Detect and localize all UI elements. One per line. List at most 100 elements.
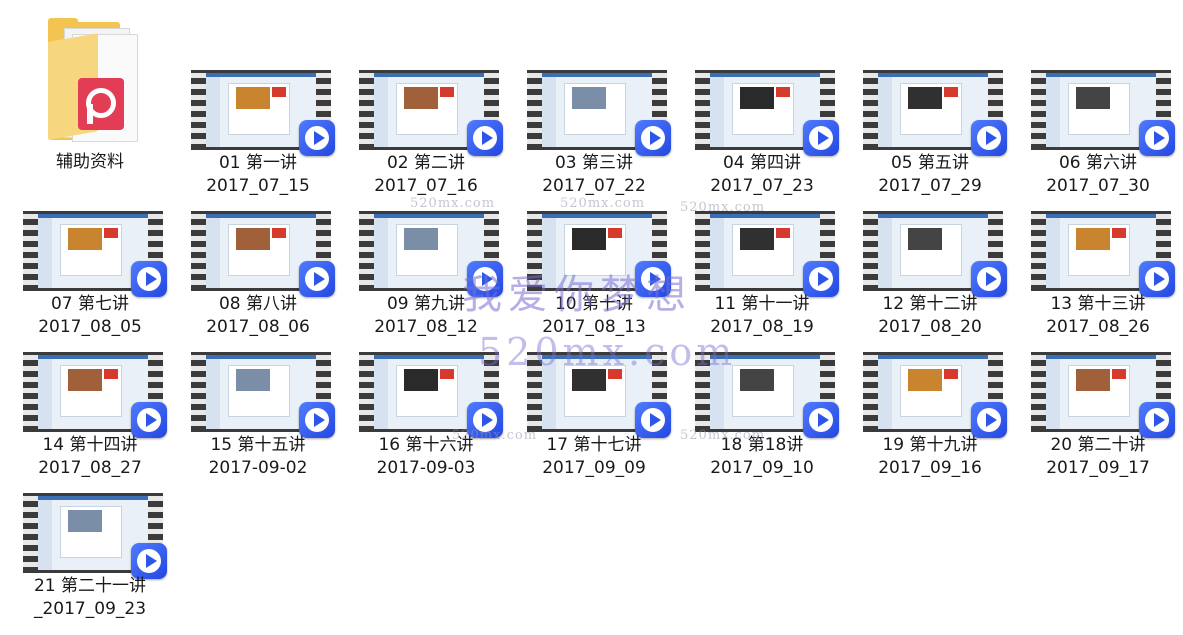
video-date: 2017_07_29 bbox=[878, 176, 982, 196]
video-date: 2017_07_16 bbox=[374, 176, 478, 196]
play-icon bbox=[1139, 402, 1175, 438]
video-file-item[interactable]: 20 第二十讲 2017_09_17 bbox=[1014, 352, 1182, 492]
play-icon bbox=[971, 402, 1007, 438]
video-title: 18 第18讲 bbox=[720, 435, 804, 455]
video-file-item[interactable]: 14 第十四讲 2017_08_27 bbox=[6, 352, 174, 492]
play-icon bbox=[1139, 261, 1175, 297]
video-file-item[interactable]: 05 第五讲 2017_07_29 bbox=[846, 70, 1014, 210]
video-file-item[interactable]: 11 第十一讲 2017_08_19 bbox=[678, 211, 846, 351]
video-label: 03 第三讲 2017_07_22 bbox=[510, 152, 678, 198]
video-thumbnail bbox=[863, 70, 1007, 156]
video-title: 12 第十二讲 bbox=[882, 294, 978, 314]
video-label: 04 第四讲 2017_07_23 bbox=[678, 152, 846, 198]
video-title: 21 第二十一讲 bbox=[33, 576, 147, 596]
video-file-item[interactable]: 09 第九讲 2017_08_12 bbox=[342, 211, 510, 351]
video-date: 2017_07_15 bbox=[206, 176, 310, 196]
video-label: 19 第十九讲 2017_09_16 bbox=[846, 434, 1014, 480]
video-thumbnail bbox=[23, 493, 167, 579]
video-label: 17 第十七讲 2017_09_09 bbox=[510, 434, 678, 480]
video-thumbnail bbox=[695, 352, 839, 438]
video-title: 03 第三讲 bbox=[554, 153, 634, 173]
video-thumbnail bbox=[191, 352, 335, 438]
video-file-item[interactable]: 12 第十二讲 2017_08_20 bbox=[846, 211, 1014, 351]
video-file-item[interactable]: 01 第一讲 2017_07_15 bbox=[174, 70, 342, 210]
video-thumbnail bbox=[695, 211, 839, 297]
video-file-item[interactable]: 07 第七讲 2017_08_05 bbox=[6, 211, 174, 351]
play-icon bbox=[803, 402, 839, 438]
folder-label: 辅助资料 bbox=[56, 152, 124, 172]
video-label: 02 第二讲 2017_07_16 bbox=[342, 152, 510, 198]
video-title: 07 第七讲 bbox=[50, 294, 130, 314]
video-date: 2017_08_27 bbox=[38, 458, 142, 478]
play-icon bbox=[635, 120, 671, 156]
play-icon bbox=[299, 120, 335, 156]
video-file-item[interactable]: 17 第十七讲 2017_09_09 bbox=[510, 352, 678, 492]
play-icon bbox=[299, 402, 335, 438]
video-date: 2017_08_13 bbox=[542, 317, 646, 337]
video-thumbnail bbox=[527, 70, 671, 156]
video-thumbnail bbox=[359, 211, 503, 297]
video-thumbnail bbox=[191, 211, 335, 297]
video-file-item[interactable]: 03 第三讲 2017_07_22 bbox=[510, 70, 678, 210]
video-date: _2017_09_23 bbox=[33, 599, 147, 619]
video-thumbnail bbox=[1031, 352, 1175, 438]
video-file-item[interactable]: 16 第十六讲 2017-09-03 bbox=[342, 352, 510, 492]
video-label: 12 第十二讲 2017_08_20 bbox=[846, 293, 1014, 339]
play-icon bbox=[131, 261, 167, 297]
video-file-item[interactable]: 15 第十五讲 2017-09-02 bbox=[174, 352, 342, 492]
video-label: 08 第八讲 2017_08_06 bbox=[174, 293, 342, 339]
video-date: 2017_09_16 bbox=[878, 458, 982, 478]
video-date: 2017-09-03 bbox=[376, 458, 476, 478]
video-file-item[interactable]: 10 第十讲 2017_08_13 bbox=[510, 211, 678, 351]
video-file-item[interactable]: 13 第十三讲 2017_08_26 bbox=[1014, 211, 1182, 351]
video-date: 2017_08_26 bbox=[1046, 317, 1150, 337]
video-title: 08 第八讲 bbox=[218, 294, 298, 314]
video-date: 2017_08_20 bbox=[878, 317, 982, 337]
pdf-folder-icon bbox=[44, 18, 138, 148]
video-label: 06 第六讲 2017_07_30 bbox=[1014, 152, 1182, 198]
video-label: 10 第十讲 2017_08_13 bbox=[510, 293, 678, 339]
video-label: 15 第十五讲 2017-09-02 bbox=[174, 434, 342, 480]
play-icon bbox=[299, 261, 335, 297]
video-date: 2017_07_23 bbox=[710, 176, 814, 196]
video-label: 14 第十四讲 2017_08_27 bbox=[6, 434, 174, 480]
video-date: 2017_08_12 bbox=[374, 317, 478, 337]
video-date: 2017_09_10 bbox=[710, 458, 814, 478]
play-icon bbox=[971, 261, 1007, 297]
video-thumbnail bbox=[527, 211, 671, 297]
video-thumbnail bbox=[863, 211, 1007, 297]
video-title: 04 第四讲 bbox=[722, 153, 802, 173]
video-title: 13 第十三讲 bbox=[1050, 294, 1146, 314]
video-date: 2017_08_05 bbox=[38, 317, 142, 337]
video-file-item[interactable]: 02 第二讲 2017_07_16 bbox=[342, 70, 510, 210]
video-file-item[interactable]: 19 第十九讲 2017_09_16 bbox=[846, 352, 1014, 492]
video-label: 18 第18讲 2017_09_10 bbox=[678, 434, 846, 480]
play-icon bbox=[803, 261, 839, 297]
video-file-item[interactable]: 18 第18讲 2017_09_10 bbox=[678, 352, 846, 492]
play-icon bbox=[803, 120, 839, 156]
video-thumbnail bbox=[527, 352, 671, 438]
video-label: 20 第二十讲 2017_09_17 bbox=[1014, 434, 1182, 480]
video-date: 2017_09_17 bbox=[1046, 458, 1150, 478]
video-date: 2017_09_09 bbox=[542, 458, 646, 478]
video-label: 13 第十三讲 2017_08_26 bbox=[1014, 293, 1182, 339]
video-title: 16 第十六讲 bbox=[378, 435, 474, 455]
play-icon bbox=[1139, 120, 1175, 156]
video-file-item[interactable]: 21 第二十一讲 _2017_09_23 bbox=[6, 493, 174, 633]
video-file-item[interactable]: 06 第六讲 2017_07_30 bbox=[1014, 70, 1182, 210]
video-label: 01 第一讲 2017_07_15 bbox=[174, 152, 342, 198]
video-title: 11 第十一讲 bbox=[714, 294, 810, 314]
video-thumbnail bbox=[23, 211, 167, 297]
video-label: 05 第五讲 2017_07_29 bbox=[846, 152, 1014, 198]
video-title: 05 第五讲 bbox=[890, 153, 970, 173]
video-title: 01 第一讲 bbox=[218, 153, 298, 173]
video-thumbnail bbox=[359, 352, 503, 438]
video-file-item[interactable]: 08 第八讲 2017_08_06 bbox=[174, 211, 342, 351]
play-icon bbox=[467, 120, 503, 156]
play-icon bbox=[467, 402, 503, 438]
video-date: 2017_08_19 bbox=[710, 317, 814, 337]
video-title: 14 第十四讲 bbox=[42, 435, 138, 455]
video-title: 02 第二讲 bbox=[386, 153, 466, 173]
video-file-item[interactable]: 04 第四讲 2017_07_23 bbox=[678, 70, 846, 210]
folder-item-auxiliary[interactable]: 辅助资料 bbox=[6, 0, 174, 180]
